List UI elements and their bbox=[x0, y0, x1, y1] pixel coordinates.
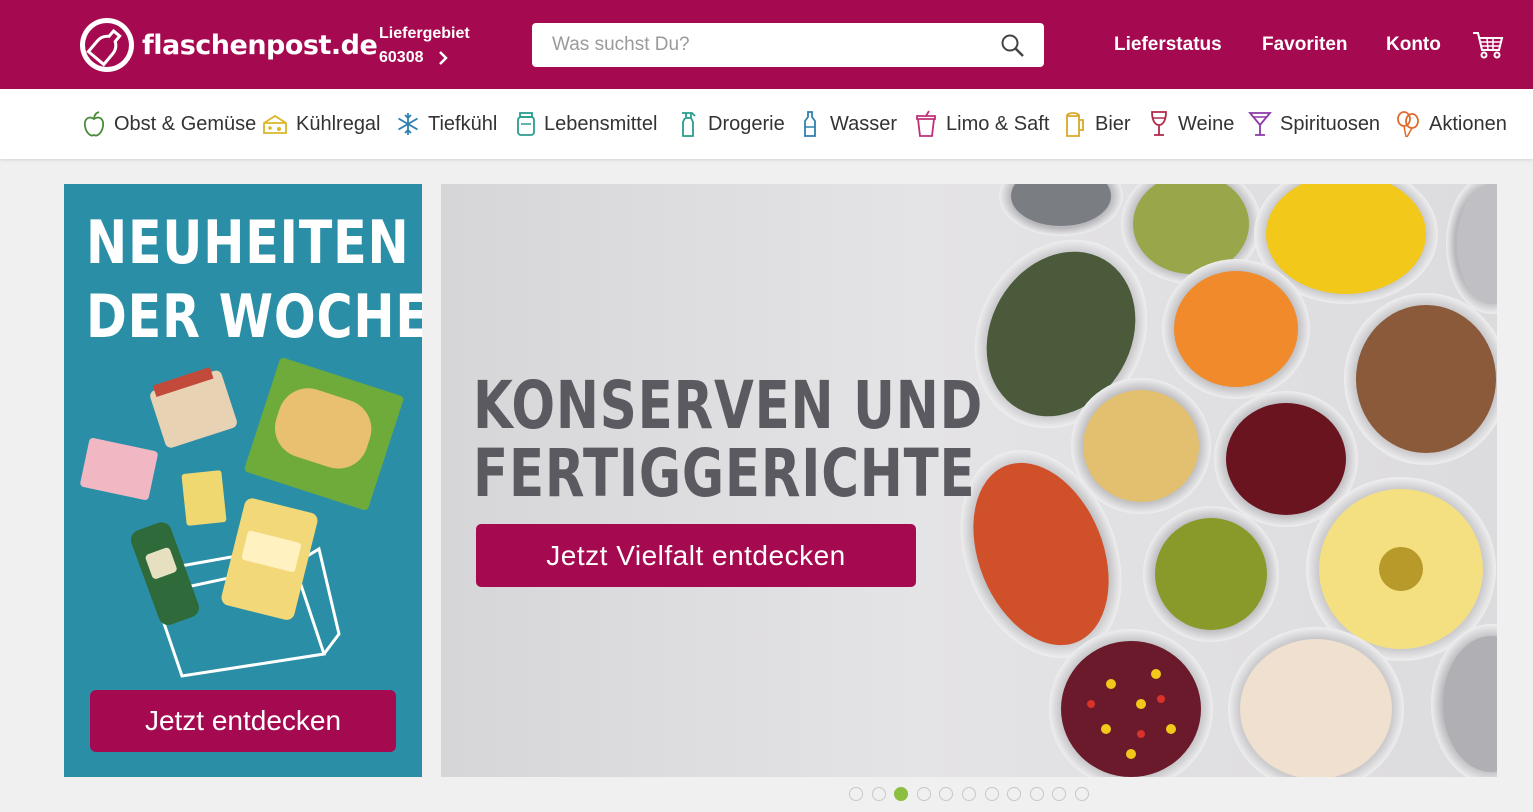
product-box-illustration bbox=[80, 357, 404, 678]
carousel-dot[interactable] bbox=[961, 787, 976, 801]
carousel-dot[interactable] bbox=[1074, 787, 1089, 801]
carousel-dot[interactable] bbox=[894, 787, 909, 801]
hero-banner[interactable]: KONSERVEN UND FERTIGGERICHTE Jetzt Vielf… bbox=[441, 184, 1497, 777]
category-wasser[interactable]: Wasser bbox=[800, 110, 897, 138]
delivery-label: Liefergebiet bbox=[379, 25, 470, 42]
cart-icon[interactable] bbox=[1472, 30, 1504, 60]
delivery-area[interactable]: Liefergebiet 60308 bbox=[379, 22, 470, 70]
category-label: Weine bbox=[1178, 112, 1235, 135]
new-products-banner[interactable]: NEUHEITEN DER WOCHE Jetzt entdecken bbox=[64, 184, 422, 777]
category-bier[interactable]: Bier bbox=[1063, 110, 1131, 138]
chevron-right-icon bbox=[438, 51, 448, 65]
logo-text: flaschenpost.de bbox=[142, 29, 378, 61]
carousel-dot[interactable] bbox=[1052, 787, 1067, 801]
carousel-pagination bbox=[849, 787, 1098, 801]
discover-button[interactable]: Jetzt entdecken bbox=[90, 690, 396, 752]
carousel-dot[interactable] bbox=[1007, 787, 1022, 801]
hero-title: KONSERVEN UND FERTIGGERICHTE bbox=[473, 367, 984, 512]
category-label: Obst & Gemüse bbox=[114, 112, 257, 135]
nav-konto[interactable]: Konto bbox=[1386, 34, 1441, 56]
delivery-zip: 60308 bbox=[379, 49, 424, 66]
category-tiefkuehl[interactable]: Tiefkühl bbox=[396, 110, 497, 138]
category-label: Lebensmittel bbox=[544, 112, 658, 135]
category-label: Drogerie bbox=[708, 112, 785, 135]
category-label: Aktionen bbox=[1429, 112, 1507, 135]
category-bar: Obst & Gemüse Kühlregal Tiefkühl Lebensm… bbox=[0, 89, 1533, 159]
category-label: Wasser bbox=[830, 112, 898, 135]
category-kuehlregal[interactable]: Kühlregal bbox=[262, 110, 381, 138]
carousel-dot[interactable] bbox=[939, 787, 954, 801]
category-label: Limo & Saft bbox=[946, 112, 1050, 135]
category-label: Spirituosen bbox=[1280, 112, 1381, 135]
balloons-icon bbox=[1397, 111, 1419, 138]
nav-lieferstatus[interactable]: Lieferstatus bbox=[1114, 34, 1222, 56]
apple-icon bbox=[83, 111, 105, 137]
jar-icon bbox=[517, 112, 535, 136]
carousel-dot[interactable] bbox=[1029, 787, 1044, 801]
water-bottle-icon bbox=[804, 111, 816, 137]
logo[interactable]: flaschenpost.de bbox=[80, 18, 378, 72]
beer-icon bbox=[1066, 112, 1084, 137]
snowflake-icon bbox=[398, 113, 418, 135]
search-input[interactable] bbox=[552, 34, 992, 56]
search-icon[interactable] bbox=[1000, 33, 1026, 59]
carousel-dot[interactable] bbox=[871, 787, 886, 801]
top-header: flaschenpost.de Liefergebiet 60308 Liefe… bbox=[0, 0, 1533, 89]
carousel-dot[interactable] bbox=[984, 787, 999, 801]
search-box bbox=[532, 23, 1044, 67]
cocktail-icon bbox=[1248, 112, 1272, 136]
nav-favoriten[interactable]: Favoriten bbox=[1262, 34, 1348, 56]
wine-glass-icon bbox=[1151, 111, 1167, 136]
category-label: Bier bbox=[1095, 112, 1131, 135]
category-label: Tiefkühl bbox=[428, 112, 498, 135]
banner-headline: NEUHEITEN DER WOCHE bbox=[86, 208, 422, 352]
category-lebensmittel[interactable]: Lebensmittel bbox=[516, 110, 657, 138]
hero-cta-button[interactable]: Jetzt Vielfalt entdecken bbox=[476, 524, 916, 587]
category-label: Kühlregal bbox=[296, 112, 381, 135]
carousel-dot[interactable] bbox=[916, 787, 931, 801]
category-limo-saft[interactable]: Limo & Saft bbox=[914, 110, 1049, 138]
cheese-icon bbox=[263, 114, 287, 134]
category-obst-gemuese[interactable]: Obst & Gemüse bbox=[82, 110, 256, 138]
category-weine[interactable]: Weine bbox=[1148, 110, 1234, 138]
category-spirituosen[interactable]: Spirituosen bbox=[1248, 110, 1380, 138]
bottle-logo-icon bbox=[80, 18, 134, 72]
category-aktionen[interactable]: Aktionen bbox=[1395, 110, 1507, 138]
soda-cup-icon bbox=[916, 110, 936, 137]
carousel-dot[interactable] bbox=[849, 787, 863, 801]
spray-bottle-icon bbox=[682, 112, 696, 137]
category-drogerie[interactable]: Drogerie bbox=[678, 110, 785, 138]
